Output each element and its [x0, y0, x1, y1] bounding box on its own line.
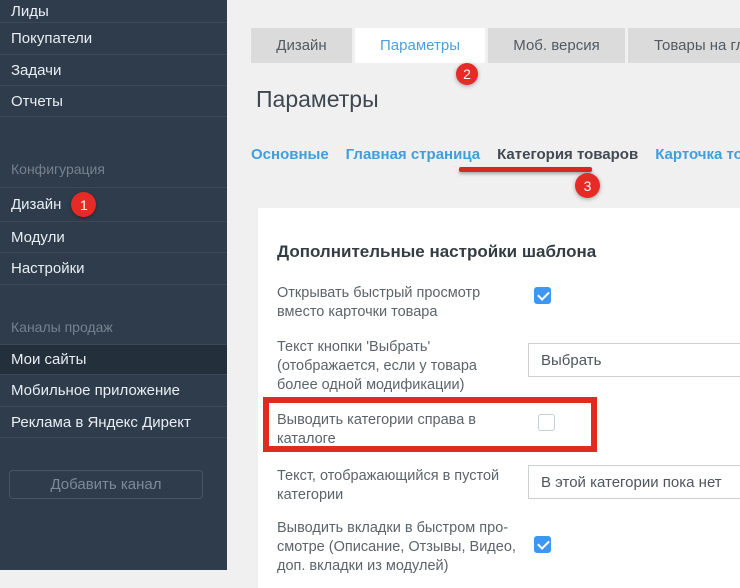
- sidebar-section-sales-channels: Каналы продаж: [0, 310, 227, 345]
- categories-right-checkbox[interactable]: [538, 414, 555, 431]
- settings-panel: Дополнительные настройки шаблона Открыва…: [258, 208, 740, 588]
- tab-products-home[interactable]: Товары на гла: [628, 28, 740, 63]
- sidebar-item-modules[interactable]: Модули: [0, 222, 227, 253]
- panel-heading: Дополнительные настройки шаблона: [277, 242, 740, 262]
- sidebar-item-label: Настройки: [11, 260, 85, 277]
- sidebar-item-mobile-app[interactable]: Мобильное приложение: [0, 375, 227, 407]
- setting-row-choose-button-text: Текст кнопки 'Выбрать' (отображается, ес…: [277, 338, 740, 395]
- setting-row-categories-right: Выводить категории справа в каталоге: [277, 411, 740, 449]
- sidebar-item-label: Дизайн: [11, 196, 61, 213]
- sidebar-item-leads[interactable]: Лиды: [0, 0, 227, 23]
- setting-row-empty-category-text: Текст, отображающийся в пустой категории: [277, 467, 740, 505]
- tab-mobile-version[interactable]: Моб. версия: [488, 28, 625, 63]
- sidebar-spacer: [0, 117, 227, 150]
- sidebar-item-customers[interactable]: Покупатели: [0, 23, 227, 55]
- sidebar-item-label: Мобильное приложение: [11, 382, 180, 399]
- annotation-badge-1: 1: [71, 192, 96, 217]
- subnav: Основные Главная страница Категория това…: [251, 146, 740, 163]
- sidebar-item-yandex-direct[interactable]: Реклама в Яндекс Директ: [0, 407, 227, 438]
- subnav-basic[interactable]: Основные: [251, 146, 329, 163]
- sidebar-item-label: Мои сайты: [11, 351, 86, 368]
- setting-label: Текст, отображающийся в пустой категории: [277, 467, 528, 505]
- annotation-badge-2: 2: [456, 63, 478, 85]
- tab-parameters[interactable]: Параметры: [355, 28, 485, 63]
- sidebar-item-settings[interactable]: Настройки: [0, 253, 227, 285]
- sidebar-item-design[interactable]: Дизайн 1: [0, 188, 227, 222]
- sidebar-item-label: Лиды: [11, 3, 49, 20]
- setting-label: Выводить вкладки в быстром про-смотре (О…: [277, 519, 534, 576]
- quick-view-checkbox[interactable]: [534, 287, 551, 304]
- tab-design[interactable]: Дизайн: [251, 28, 352, 63]
- page-title: Параметры: [256, 86, 379, 113]
- setting-label: Выводить категории справа в каталоге: [277, 411, 534, 449]
- sidebar-item-label: Отчеты: [11, 93, 63, 110]
- sidebar-section-configuration: Конфигурация: [0, 150, 227, 188]
- sidebar-item-tasks[interactable]: Задачи: [0, 55, 227, 86]
- empty-category-text-input[interactable]: [528, 465, 740, 499]
- sidebar-spacer: [0, 285, 227, 310]
- setting-label: Открывать быстрый просмотр вместо карточ…: [277, 284, 534, 322]
- sidebar-item-label: Покупатели: [11, 30, 92, 47]
- subnav-product-category[interactable]: Категория товаров: [497, 146, 638, 163]
- choose-button-text-input[interactable]: [528, 343, 740, 377]
- section-label-text: Конфигурация: [11, 161, 105, 177]
- setting-row-quick-view-tabs: Выводить вкладки в быстром про-смотре (О…: [277, 519, 740, 576]
- sidebar-item-my-sites[interactable]: Мои сайты: [0, 345, 227, 375]
- sidebar-item-label: Задачи: [11, 62, 61, 79]
- annotation-badge-3: 3: [575, 173, 600, 198]
- setting-row-quick-view: Открывать быстрый просмотр вместо карточ…: [277, 284, 740, 322]
- section-label-text: Каналы продаж: [11, 319, 113, 335]
- sidebar: Лиды Покупатели Задачи Отчеты Конфигурац…: [0, 0, 227, 570]
- tab-bar: Дизайн Параметры Моб. версия Товары на г…: [251, 28, 740, 63]
- quick-view-tabs-checkbox[interactable]: [534, 536, 551, 553]
- sidebar-item-label: Реклама в Яндекс Директ: [11, 414, 191, 431]
- annotation-underline: [459, 167, 592, 172]
- subnav-product-card[interactable]: Карточка товара: [655, 146, 740, 163]
- setting-label: Текст кнопки 'Выбрать' (отображается, ес…: [277, 338, 528, 395]
- sidebar-item-reports[interactable]: Отчеты: [0, 86, 227, 117]
- sidebar-item-label: Модули: [11, 229, 65, 246]
- add-channel-button[interactable]: Добавить канал: [9, 470, 203, 499]
- subnav-home-page[interactable]: Главная страница: [346, 146, 480, 163]
